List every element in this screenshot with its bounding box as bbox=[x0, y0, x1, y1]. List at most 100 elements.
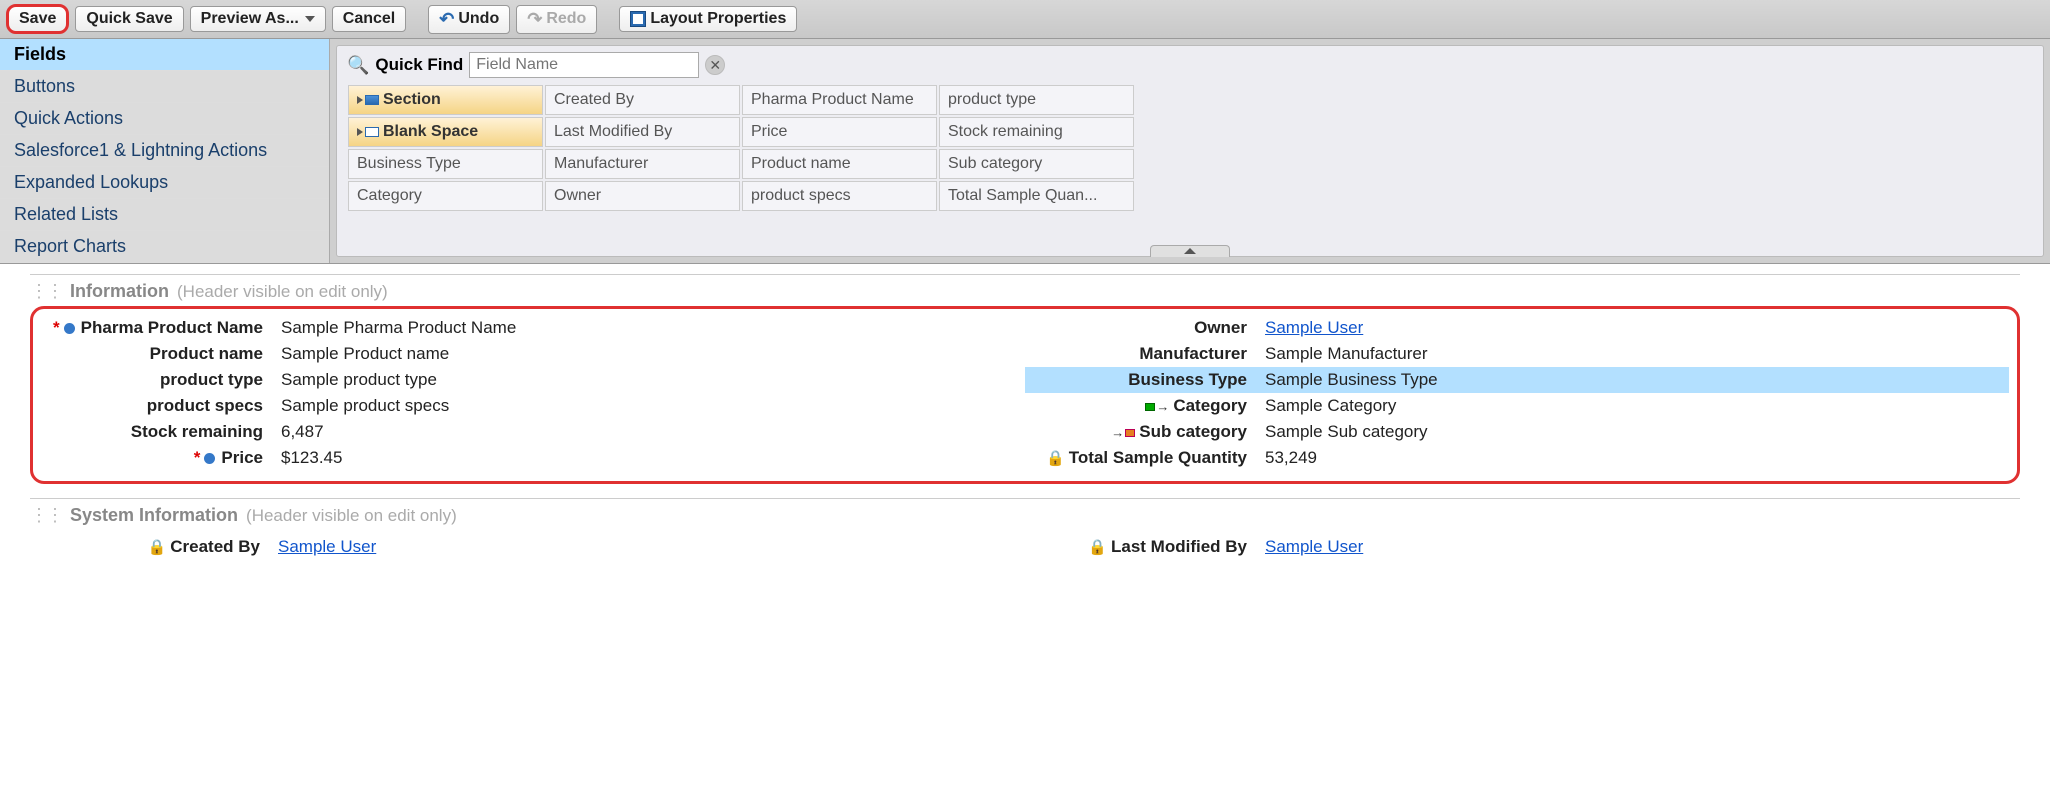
palette-field[interactable]: Price bbox=[742, 117, 937, 147]
field-label: Product name bbox=[41, 344, 281, 364]
save-button[interactable]: Save bbox=[6, 4, 69, 34]
undo-label: Undo bbox=[458, 10, 499, 28]
user-link[interactable]: Sample User bbox=[1265, 537, 1363, 556]
undo-icon: ↶ bbox=[439, 9, 454, 30]
field-value: Sample Pharma Product Name bbox=[281, 318, 516, 338]
layout-field-row[interactable]: Stock remaining6,487 bbox=[41, 419, 1025, 445]
redo-button: ↷ Redo bbox=[516, 5, 597, 34]
layout-field-row[interactable]: →CategorySample Category bbox=[1025, 393, 2009, 419]
palette-field[interactable]: Manufacturer bbox=[545, 149, 740, 179]
section-hint: (Header visible on edit only) bbox=[177, 282, 388, 302]
drag-handle-icon[interactable]: ⋮⋮ bbox=[30, 505, 62, 526]
information-right-column: OwnerSample UserManufacturerSample Manuf… bbox=[1025, 315, 2009, 471]
redo-label: Redo bbox=[546, 10, 586, 28]
sidebar-item-sf1-actions[interactable]: Salesforce1 & Lightning Actions bbox=[0, 135, 329, 167]
palette-field[interactable]: product type bbox=[939, 85, 1134, 115]
field-value: Sample User bbox=[1265, 318, 1363, 338]
palette-field[interactable]: Total Sample Quan... bbox=[939, 181, 1134, 211]
toolbar: Save Quick Save Preview As... Cancel ↶ U… bbox=[0, 0, 2050, 39]
field-value: Sample Business Type bbox=[1265, 370, 1438, 390]
field-value: Sample Category bbox=[1265, 396, 1396, 416]
field-label: product specs bbox=[41, 396, 281, 416]
field-label: *Price bbox=[41, 448, 281, 468]
palette-field[interactable]: Owner bbox=[545, 181, 740, 211]
quick-find-input[interactable] bbox=[469, 52, 699, 78]
field-label: 🔒Created By bbox=[38, 537, 278, 557]
palette-field-blank-space[interactable]: Blank Space bbox=[348, 117, 543, 147]
preview-as-button[interactable]: Preview As... bbox=[190, 6, 326, 32]
field-label: Stock remaining bbox=[41, 422, 281, 442]
palette-sidebar: Fields Buttons Quick Actions Salesforce1… bbox=[0, 39, 330, 263]
layout-field-row[interactable]: 🔒Created BySample User bbox=[38, 534, 1025, 560]
field-value: Sample Product name bbox=[281, 344, 449, 364]
caret-down-icon bbox=[305, 16, 315, 22]
layout-field-row[interactable]: ManufacturerSample Manufacturer bbox=[1025, 341, 2009, 367]
field-value: Sample Sub category bbox=[1265, 422, 1428, 442]
section-header-system-information[interactable]: ⋮⋮ System Information (Header visible on… bbox=[30, 498, 2020, 530]
redo-icon: ↷ bbox=[527, 9, 542, 30]
system-right-column: 🔒Last Modified BySample User bbox=[1025, 534, 2012, 560]
field-label: Owner bbox=[1025, 318, 1265, 338]
sidebar-item-expanded-lookups[interactable]: Expanded Lookups bbox=[0, 167, 329, 199]
palette: Fields Buttons Quick Actions Salesforce1… bbox=[0, 39, 2050, 264]
sidebar-item-related-lists[interactable]: Related Lists bbox=[0, 199, 329, 231]
sidebar-item-quick-actions[interactable]: Quick Actions bbox=[0, 103, 329, 135]
always-on-layout-icon bbox=[64, 323, 75, 334]
field-value: Sample User bbox=[1265, 537, 1363, 557]
field-label: Business Type bbox=[1025, 370, 1265, 390]
palette-field[interactable]: Pharma Product Name bbox=[742, 85, 937, 115]
layout-field-row[interactable]: OwnerSample User bbox=[1025, 315, 2009, 341]
palette-field[interactable]: Last Modified By bbox=[545, 117, 740, 147]
palette-field[interactable]: product specs bbox=[742, 181, 937, 211]
palette-field-section[interactable]: Section bbox=[348, 85, 543, 115]
system-left-column: 🔒Created BySample User bbox=[38, 534, 1025, 560]
controlling-field-icon: → bbox=[1145, 400, 1169, 415]
field-value: 6,487 bbox=[281, 422, 324, 442]
undo-button[interactable]: ↶ Undo bbox=[428, 5, 510, 34]
palette-collapse-handle[interactable] bbox=[1150, 245, 1230, 257]
drag-handle-icon[interactable]: ⋮⋮ bbox=[30, 281, 62, 302]
field-value: 53,249 bbox=[1265, 448, 1317, 468]
layout-field-row[interactable]: →Sub categorySample Sub category bbox=[1025, 419, 2009, 445]
field-label: product type bbox=[41, 370, 281, 390]
field-label: →Category bbox=[1025, 396, 1265, 416]
dependent-field-icon: → bbox=[1111, 426, 1135, 441]
section-header-information[interactable]: ⋮⋮ Information (Header visible on edit o… bbox=[30, 274, 2020, 306]
palette-field[interactable]: Created By bbox=[545, 85, 740, 115]
layout-field-row[interactable]: 🔒Total Sample Quantity53,249 bbox=[1025, 445, 2009, 471]
palette-field[interactable]: Sub category bbox=[939, 149, 1134, 179]
lock-icon: 🔒 bbox=[1046, 450, 1065, 467]
quick-save-button[interactable]: Quick Save bbox=[75, 6, 183, 32]
field-value: Sample product specs bbox=[281, 396, 449, 416]
palette-field[interactable]: Business Type bbox=[348, 149, 543, 179]
palette-main: 🔍 Quick Find ✕ Section Blank Space Busin… bbox=[336, 45, 2044, 257]
layout-properties-button[interactable]: Layout Properties bbox=[619, 6, 797, 32]
section-title: System Information bbox=[70, 505, 238, 526]
palette-field[interactable]: Category bbox=[348, 181, 543, 211]
layout-field-row[interactable]: 🔒Last Modified BySample User bbox=[1025, 534, 2012, 560]
layout-canvas: ⋮⋮ Information (Header visible on edit o… bbox=[0, 264, 2050, 574]
user-link[interactable]: Sample User bbox=[1265, 318, 1363, 337]
field-label: *Pharma Product Name bbox=[41, 318, 281, 338]
layout-field-row[interactable]: *Price$123.45 bbox=[41, 445, 1025, 471]
layout-field-row[interactable]: product typeSample product type bbox=[41, 367, 1025, 393]
layout-field-row[interactable]: product specsSample product specs bbox=[41, 393, 1025, 419]
section-hint: (Header visible on edit only) bbox=[246, 506, 457, 526]
layout-field-row[interactable]: *Pharma Product NameSample Pharma Produc… bbox=[41, 315, 1025, 341]
field-label: 🔒Total Sample Quantity bbox=[1025, 448, 1265, 468]
layout-field-row[interactable]: Business TypeSample Business Type bbox=[1025, 367, 2009, 393]
quick-find-row: 🔍 Quick Find ✕ bbox=[347, 52, 2033, 78]
user-link[interactable]: Sample User bbox=[278, 537, 376, 556]
sidebar-item-buttons[interactable]: Buttons bbox=[0, 71, 329, 103]
quick-find-clear[interactable]: ✕ bbox=[705, 55, 725, 75]
palette-field[interactable]: Stock remaining bbox=[939, 117, 1134, 147]
layout-properties-icon bbox=[630, 11, 646, 27]
cancel-button[interactable]: Cancel bbox=[332, 6, 406, 32]
layout-field-row[interactable]: Product nameSample Product name bbox=[41, 341, 1025, 367]
blank-space-icon bbox=[365, 127, 379, 137]
sidebar-item-report-charts[interactable]: Report Charts bbox=[0, 231, 329, 263]
system-information-body: 🔒Created BySample User 🔒Last Modified By… bbox=[30, 530, 2020, 564]
palette-field[interactable]: Product name bbox=[742, 149, 937, 179]
sidebar-item-fields[interactable]: Fields bbox=[0, 39, 329, 71]
required-icon: * bbox=[194, 448, 201, 467]
